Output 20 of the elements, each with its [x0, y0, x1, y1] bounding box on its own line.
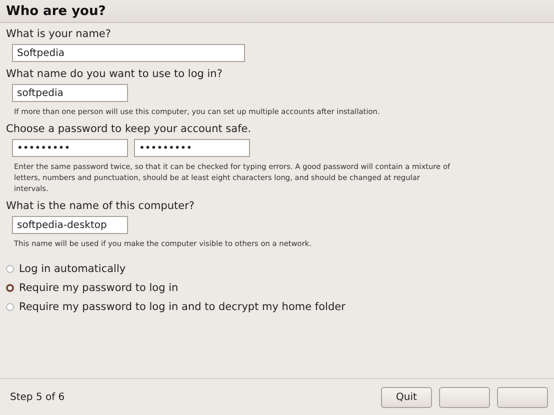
- input-field[interactable]: Softpedia: [12, 44, 245, 62]
- input-field[interactable]: softpedia-desktop: [12, 216, 128, 234]
- input-field[interactable]: •••••••••: [12, 139, 128, 157]
- option-label: Log in automatically: [19, 263, 126, 275]
- input-field[interactable]: softpedia: [12, 84, 128, 102]
- page-title: Who are you?: [6, 4, 106, 18]
- radio-button[interactable]: [6, 284, 14, 292]
- field-label: What name do you want to use to log in?: [6, 68, 224, 80]
- radio-button[interactable]: [6, 303, 14, 311]
- field-label: What is the name of this computer?: [6, 200, 196, 212]
- field-label: What is your name?: [6, 28, 112, 40]
- radio-button[interactable]: [6, 265, 14, 273]
- input-field[interactable]: •••••••••: [134, 139, 250, 157]
- step-label: Step 5 of 6: [10, 392, 65, 402]
- nav-button[interactable]: [439, 386, 490, 408]
- field-label: Choose a password to keep your account safe.: [6, 123, 252, 135]
- nav-button[interactable]: Quit: [381, 386, 432, 408]
- option-label: Require my password to log in: [19, 282, 178, 294]
- nav-button[interactable]: [497, 386, 548, 408]
- option-label: Require my password to log in and to decrypt my home folder: [19, 301, 346, 313]
